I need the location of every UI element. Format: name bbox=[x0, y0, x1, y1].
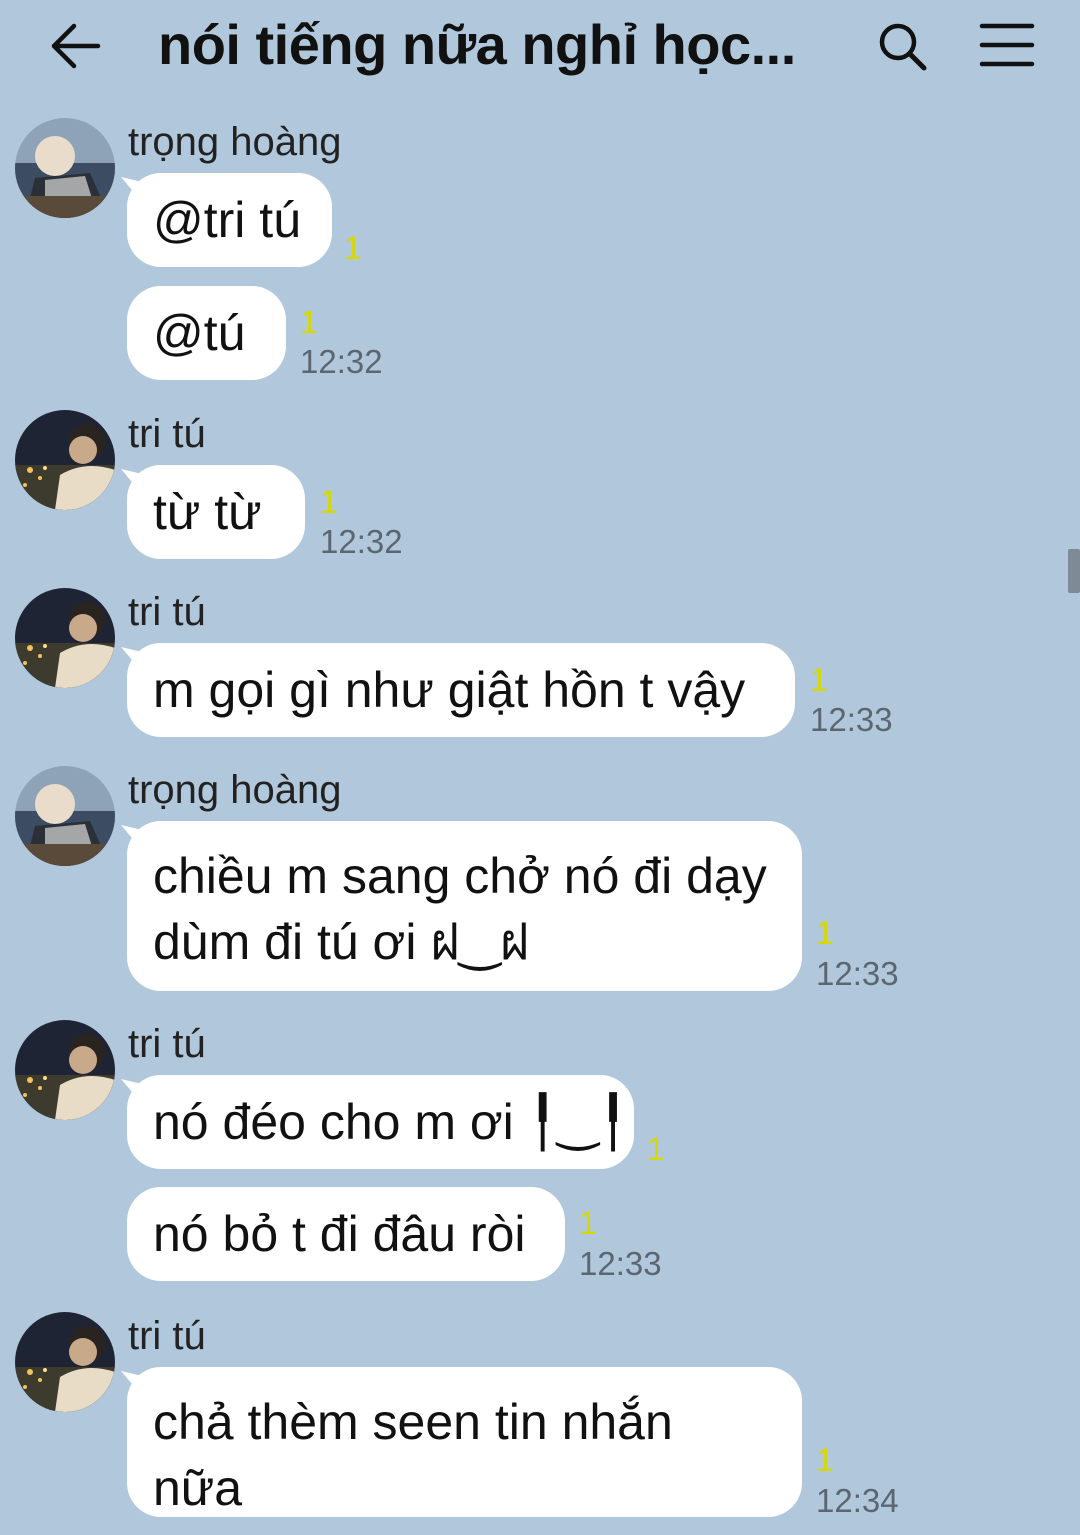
message-time: 12:32 bbox=[300, 343, 383, 380]
avatar-tri-tu[interactable] bbox=[15, 1020, 115, 1120]
message-sender: tri tú bbox=[128, 412, 206, 456]
message-sender: trọng hoàng bbox=[128, 120, 342, 164]
message-sender: trọng hoàng bbox=[128, 768, 342, 812]
avatar-tri-tu[interactable] bbox=[15, 1312, 115, 1412]
message-sender: tri tú bbox=[128, 1314, 206, 1358]
read-count: 1 bbox=[579, 1205, 597, 1241]
chat-title: nói tiếng nữa nghỉ học... bbox=[158, 13, 796, 76]
message-bubble[interactable]: nó bỏ t đi đâu ròi bbox=[127, 1187, 565, 1281]
read-count: 1 bbox=[300, 304, 318, 340]
arrow-left-icon bbox=[51, 23, 101, 69]
message-time: 12:34 bbox=[816, 1482, 899, 1519]
message-time: 12:33 bbox=[810, 701, 893, 738]
message-bubble[interactable]: từ từ bbox=[127, 465, 305, 559]
hamburger-menu-icon bbox=[979, 23, 1035, 67]
search-button[interactable] bbox=[874, 18, 930, 74]
scrollbar-thumb[interactable] bbox=[1068, 549, 1080, 593]
message-time: 12:33 bbox=[579, 1245, 662, 1282]
read-count: 1 bbox=[320, 484, 338, 520]
message-time: 12:33 bbox=[816, 955, 899, 992]
menu-button[interactable] bbox=[978, 20, 1036, 70]
chat-screen: nói tiếng nữa nghỉ học... trọng hoàng @t… bbox=[0, 0, 1080, 1535]
message-bubble[interactable]: m gọi gì như giật hồn t vậy bbox=[127, 643, 795, 737]
message-bubble[interactable]: chả thèm seen tin nhắn nữa bbox=[127, 1367, 802, 1517]
avatar-trong-hoang[interactable] bbox=[15, 766, 115, 866]
read-count: 1 bbox=[647, 1131, 665, 1167]
message-bubble[interactable]: @tri tú bbox=[127, 173, 332, 267]
avatar-tri-tu[interactable] bbox=[15, 410, 115, 510]
avatar-trong-hoang[interactable] bbox=[15, 118, 115, 218]
search-icon bbox=[879, 23, 927, 71]
message-sender: tri tú bbox=[128, 1022, 206, 1066]
avatar-tri-tu[interactable] bbox=[15, 588, 115, 688]
back-button[interactable] bbox=[48, 18, 104, 74]
read-count: 1 bbox=[810, 662, 828, 698]
message-bubble[interactable]: chiều m sang chở nó đi dạy dùm đi tú ơi … bbox=[127, 821, 802, 991]
read-count: 1 bbox=[816, 1442, 834, 1478]
message-sender: tri tú bbox=[128, 590, 206, 634]
message-time: 12:32 bbox=[320, 523, 403, 560]
chat-header: nói tiếng nữa nghỉ học... bbox=[0, 0, 1080, 95]
message-bubble[interactable]: nó đéo cho m ơi ╿‿╿ bbox=[127, 1075, 634, 1169]
read-count: 1 bbox=[816, 915, 834, 951]
read-count: 1 bbox=[344, 230, 362, 266]
message-bubble[interactable]: @tú bbox=[127, 286, 286, 380]
